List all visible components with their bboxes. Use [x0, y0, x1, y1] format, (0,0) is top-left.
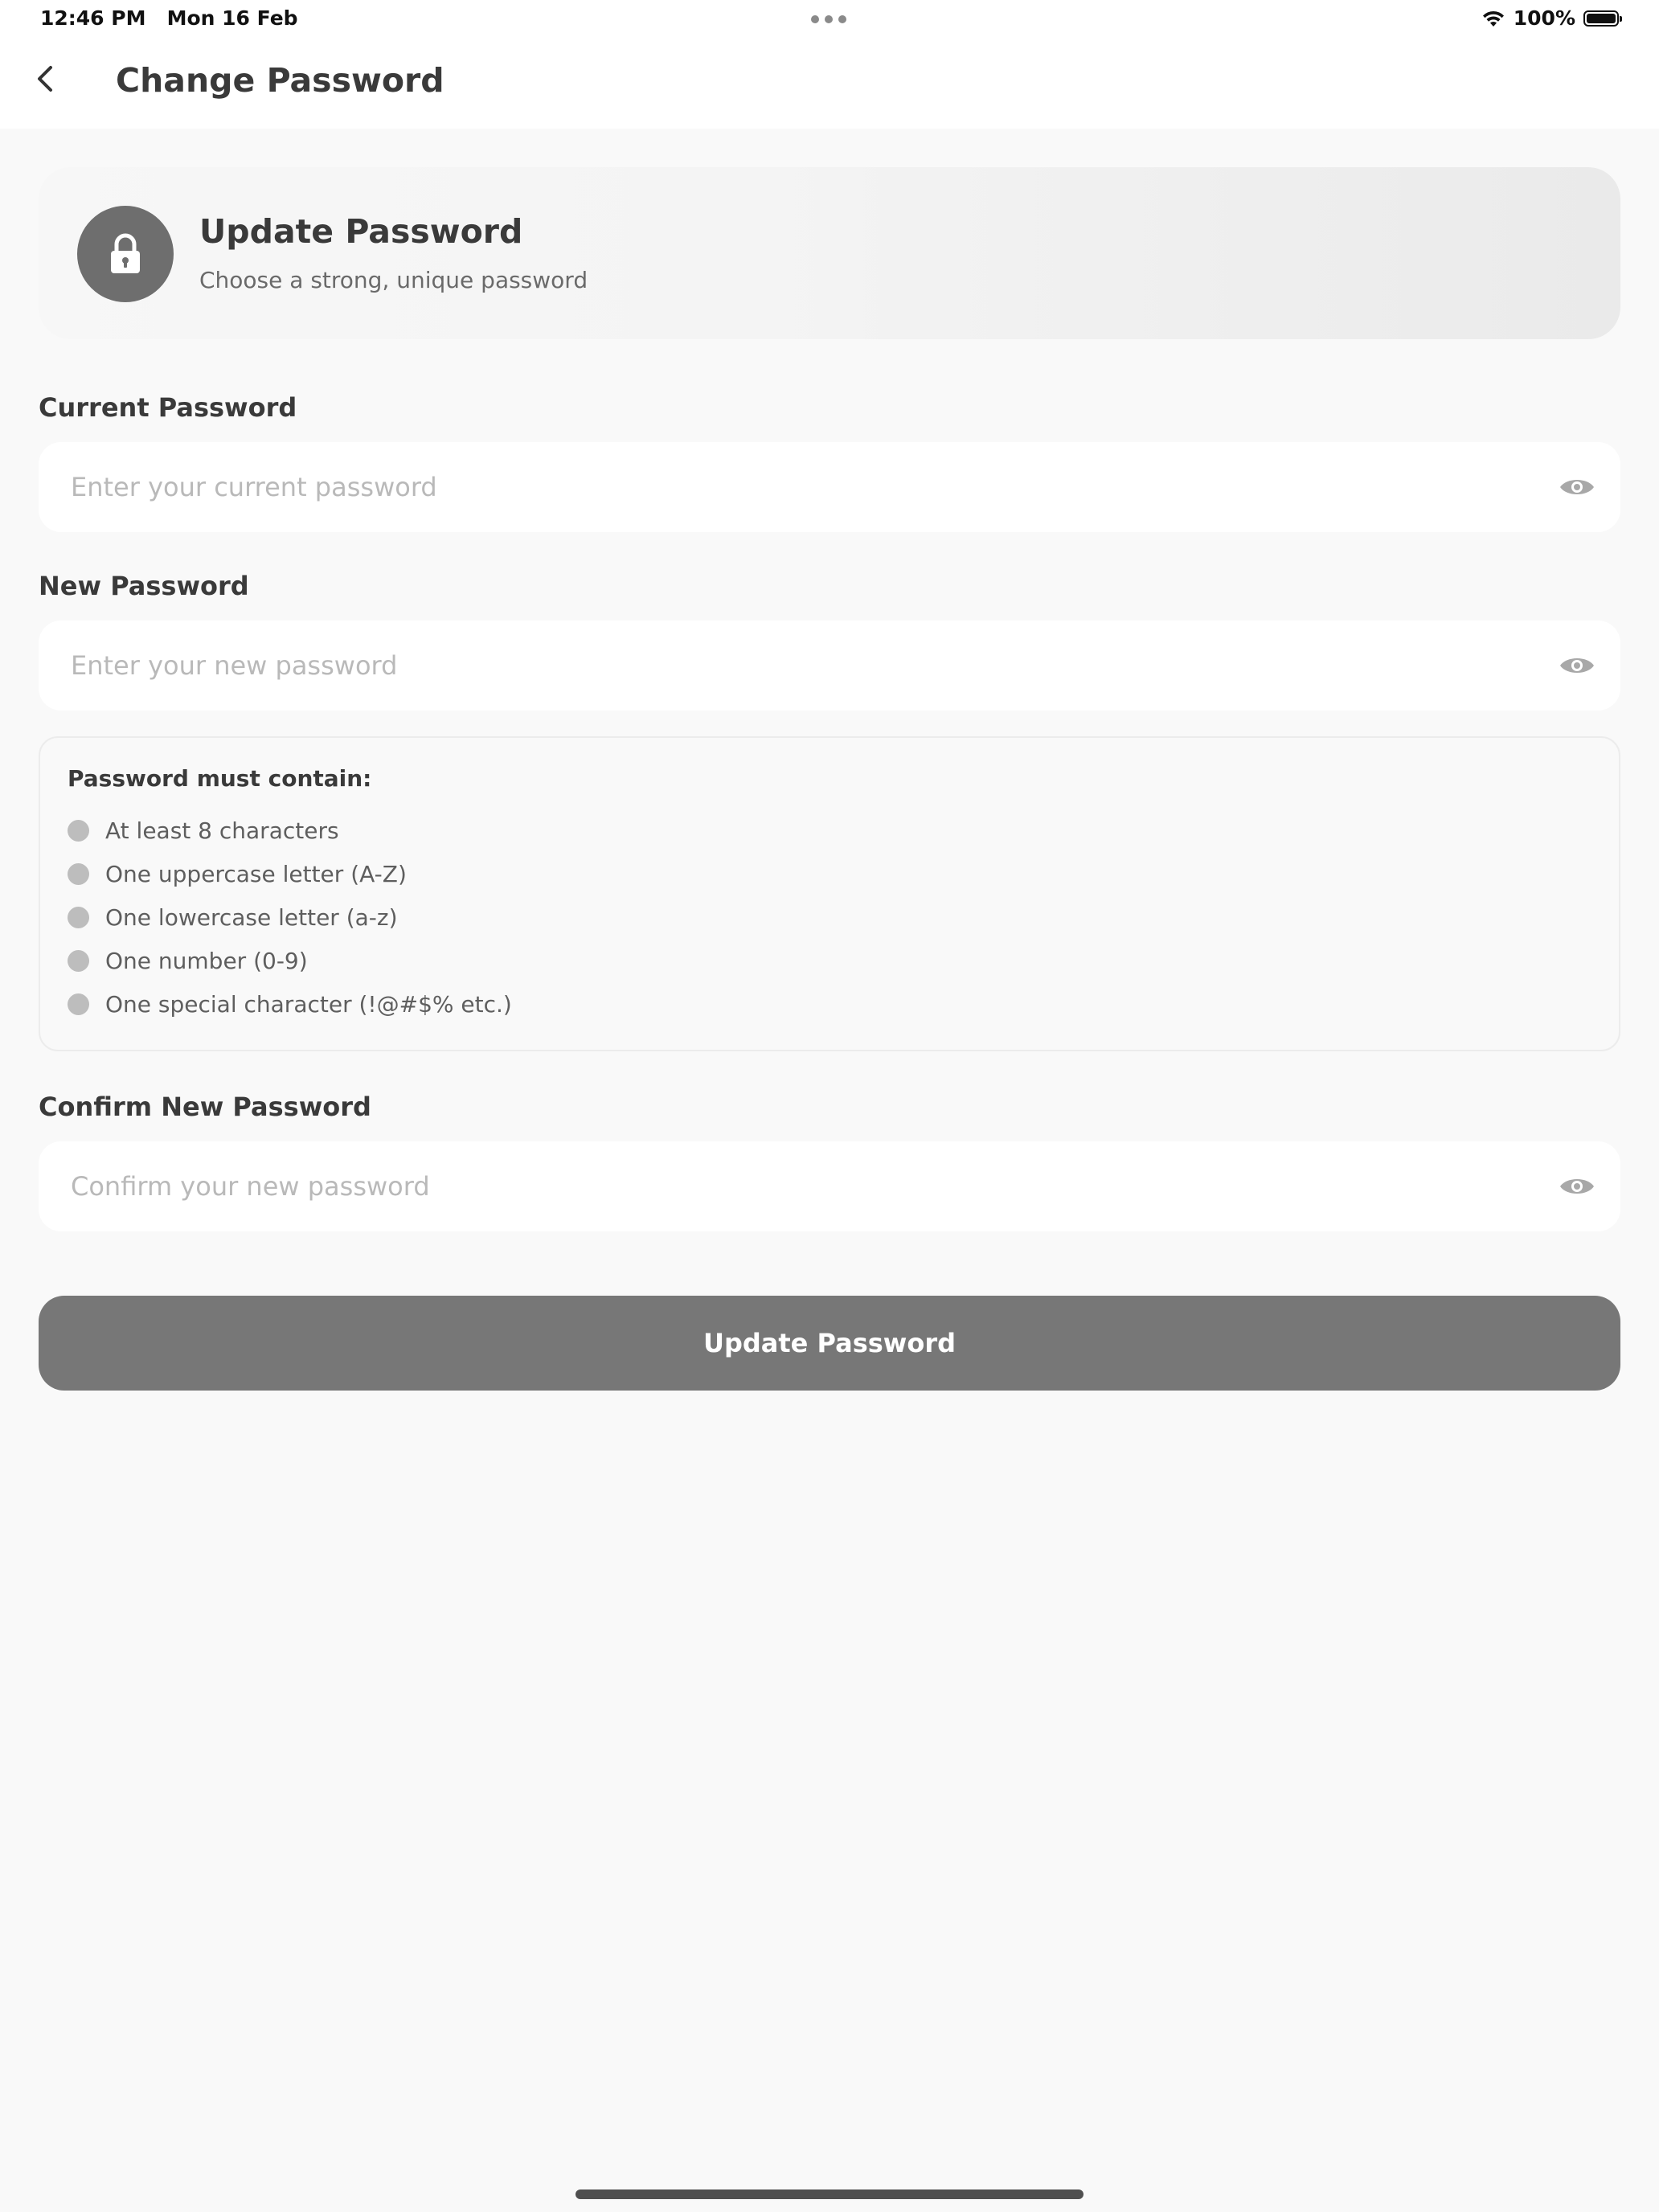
eye-icon	[1560, 1179, 1594, 1194]
multitasking-dots-icon[interactable]	[811, 15, 846, 23]
requirement-text: One number (0-9)	[105, 947, 308, 974]
new-password-input[interactable]	[71, 621, 1518, 711]
requirement-item: One lowercase letter (a-z)	[68, 901, 398, 933]
requirement-item: One special character (!@#$% etc.)	[68, 988, 512, 1020]
toggle-confirm-password-visibility[interactable]	[1558, 1169, 1596, 1204]
page-title: Change Password	[116, 61, 444, 100]
requirement-item: One uppercase letter (A-Z)	[68, 858, 407, 890]
requirement-status-dot	[68, 949, 89, 972]
wifi-icon	[1482, 10, 1504, 27]
lock-icon-circle	[77, 206, 174, 302]
toggle-new-password-visibility[interactable]	[1558, 648, 1596, 683]
card-title: Update Password	[199, 212, 523, 251]
status-date-text: Mon 16 Feb	[166, 6, 298, 30]
confirm-password-field	[39, 1141, 1620, 1231]
toggle-current-password-visibility[interactable]	[1558, 469, 1596, 505]
requirement-status-dot	[68, 862, 89, 885]
status-time: 12:46 PM Mon 16 Feb	[40, 6, 298, 30]
password-requirements: Password must contain: At least 8 charac…	[39, 736, 1620, 1051]
update-password-button[interactable]: Update Password	[39, 1296, 1620, 1391]
requirement-status-dot	[68, 906, 89, 928]
back-button[interactable]	[24, 58, 66, 100]
update-password-card: Update Password Choose a strong, unique …	[39, 167, 1620, 339]
eye-icon	[1560, 658, 1594, 673]
requirement-text: One lowercase letter (a-z)	[105, 903, 398, 931]
requirement-status-dot	[68, 993, 89, 1015]
chevron-left-icon	[38, 66, 52, 92]
requirements-title: Password must contain:	[68, 765, 372, 792]
eye-icon	[1560, 480, 1594, 494]
current-password-field	[39, 442, 1620, 532]
current-password-label: Current Password	[39, 392, 297, 423]
requirement-text: At least 8 characters	[105, 817, 339, 844]
new-password-field	[39, 621, 1620, 711]
requirement-text: One special character (!@#$% etc.)	[105, 990, 512, 1018]
current-password-input[interactable]	[71, 442, 1518, 532]
requirement-item: At least 8 characters	[68, 814, 339, 846]
battery-fill	[1587, 13, 1616, 23]
battery-icon	[1583, 10, 1622, 27]
confirm-password-input[interactable]	[71, 1141, 1518, 1231]
lock-icon	[111, 233, 140, 273]
card-subtitle: Choose a strong, unique password	[199, 267, 588, 293]
battery-percent: 100%	[1513, 6, 1575, 30]
navigation-bar: Change Password	[0, 39, 1659, 129]
confirm-password-label: Confirm New Password	[39, 1092, 371, 1122]
status-time-text: 12:46 PM	[40, 6, 146, 30]
status-indicators: 100%	[1481, 6, 1622, 30]
requirement-item: One number (0-9)	[68, 944, 308, 977]
new-password-label: New Password	[39, 571, 249, 601]
requirement-status-dot	[68, 819, 89, 842]
home-indicator[interactable]	[576, 2189, 1083, 2199]
requirement-text: One uppercase letter (A-Z)	[105, 860, 407, 887]
status-bar: 12:46 PM Mon 16 Feb 100%	[0, 0, 1659, 39]
